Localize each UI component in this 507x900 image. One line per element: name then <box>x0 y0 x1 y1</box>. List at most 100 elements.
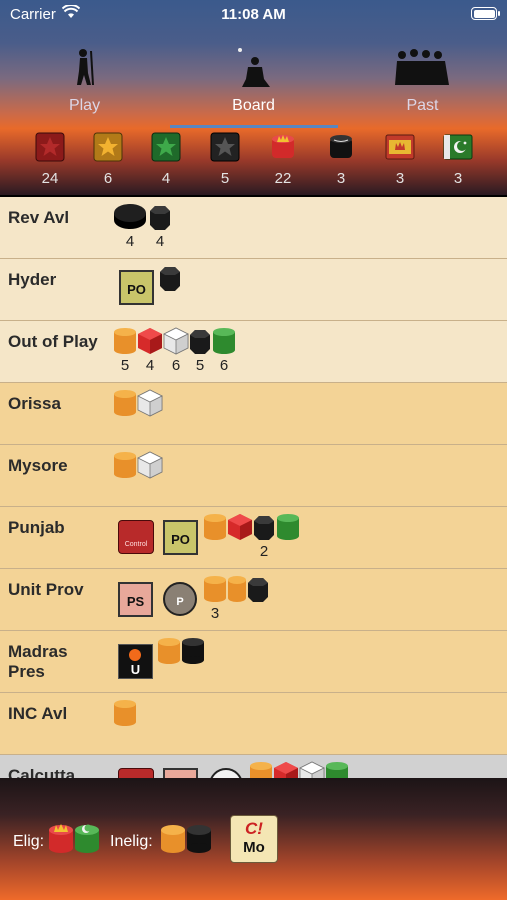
row-name: Orissa <box>8 394 61 413</box>
row-name: Unit Prov <box>8 580 84 599</box>
control-card[interactable]: Control <box>118 520 154 554</box>
status-bar: Carrier 11:08 AM <box>0 0 507 30</box>
ineligible-label: Inelig: <box>110 833 153 850</box>
row-name: Madras Pres <box>8 642 68 681</box>
orange-cylinder-icon <box>250 762 272 778</box>
piece-quantity: 6 <box>219 357 229 374</box>
white-cube-icon <box>137 451 163 479</box>
black-octagon-cylinder-icon <box>160 267 180 291</box>
leader-badge[interactable] <box>209 768 243 778</box>
event-card[interactable]: PO <box>163 520 198 555</box>
green-cylinder-icon <box>213 328 235 354</box>
black-octagon-cylinder-icon <box>150 206 170 230</box>
green-star-icon <box>151 132 181 162</box>
white-cube-icon <box>299 761 325 778</box>
orange-cylinder-icon <box>204 514 226 540</box>
piece-count: 5 <box>220 170 230 187</box>
red-crown-cylinder-icon <box>49 824 73 853</box>
mo-button[interactable]: C! Mo <box>230 815 278 863</box>
piece-count: 3 <box>395 170 405 187</box>
orange-cylinder-icon <box>161 825 185 853</box>
black-cylinder-icon <box>182 638 204 664</box>
piece-stat-red-star: 24 <box>30 132 70 187</box>
card-label: PS <box>126 594 145 609</box>
piece-quantity: 5 <box>120 357 130 374</box>
white-cube-icon <box>137 389 163 417</box>
tab-selection-indicator <box>170 125 338 128</box>
board-list[interactable]: Rev Avl 4 4 Hyder PO Out of Play 5 4 6 5… <box>0 197 507 778</box>
tab-bar: Play Board Past <box>0 45 507 125</box>
red-cube-icon <box>274 762 298 778</box>
piece-count: 3 <box>336 170 346 187</box>
row-name: Mysore <box>8 456 68 475</box>
list-row[interactable]: Punjab Control PO 2 <box>0 507 507 569</box>
figure-icon <box>237 48 270 87</box>
list-row[interactable]: Rev Avl 4 4 <box>0 197 507 259</box>
piece-stat-green-star: 4 <box>146 132 186 187</box>
tab-board[interactable]: Board <box>169 45 338 125</box>
list-row[interactable]: Mysore <box>0 445 507 507</box>
list-row[interactable]: Hyder PO <box>0 259 507 321</box>
control-card[interactable] <box>118 768 154 778</box>
crowd-icon <box>394 49 449 85</box>
row-name: Rev Avl <box>8 208 70 227</box>
green-crescent-cylinder-icon <box>75 824 99 853</box>
header: Carrier 11:08 AM Play Board Past 24 6 4 … <box>0 0 507 195</box>
unrest-marker[interactable]: U <box>118 644 153 679</box>
event-card[interactable]: PO <box>119 270 154 305</box>
footer: Elig: Inelig: C! Mo <box>0 778 507 900</box>
yellow-star-icon <box>93 132 123 162</box>
list-row[interactable]: Madras Pres U <box>0 631 507 693</box>
tab-label: Play <box>68 97 101 114</box>
piece-stat-yellow-star: 6 <box>88 132 128 187</box>
orange-cylinder-icon <box>114 700 136 726</box>
list-row[interactable]: Orissa <box>0 383 507 445</box>
black-octagon-cylinder-icon <box>254 516 274 540</box>
orange-cylinder-icon <box>158 638 180 664</box>
orange-cylinder-icon <box>228 576 246 602</box>
event-card[interactable]: PS <box>118 582 153 617</box>
piece-quantity: 4 <box>145 357 155 374</box>
piece-count-row: 24 6 4 5 22 3 3 3 <box>0 132 507 192</box>
list-row[interactable]: INC Avl <box>0 693 507 755</box>
red-cube-icon <box>138 328 162 354</box>
white-cube-icon <box>163 327 189 355</box>
piece-stat-black-cylinder: 3 <box>321 132 361 187</box>
tab-play[interactable]: Play <box>0 45 169 125</box>
clock: 11:08 AM <box>221 6 286 23</box>
mo-button-top: C! <box>245 819 263 838</box>
orange-cylinder-icon <box>114 452 136 478</box>
list-row[interactable]: Out of Play 5 4 6 5 6 <box>0 321 507 383</box>
list-row[interactable]: Calcutta <box>0 755 507 778</box>
row-name: Out of Play <box>8 332 98 351</box>
piece-count: 24 <box>41 170 59 187</box>
tab-label: Board <box>232 97 275 114</box>
green-cylinder-icon <box>277 514 299 540</box>
tab-label: Past <box>406 97 439 114</box>
orange-cylinder-icon <box>114 390 136 416</box>
red-star-icon <box>35 132 65 162</box>
piece-stat-red-crown: 22 <box>263 132 303 187</box>
orange-cylinder-icon <box>204 576 226 602</box>
tab-past[interactable]: Past <box>338 45 507 125</box>
leader-badge[interactable]: P <box>163 582 197 616</box>
battery-icon <box>471 7 500 20</box>
black-cylinder-icon <box>187 825 211 853</box>
card-small-label: Control <box>124 541 148 548</box>
badge-label: P <box>176 596 184 608</box>
red-crown-cylinder-icon <box>272 135 294 158</box>
card-label: PO <box>171 532 190 547</box>
piece-count: 4 <box>161 170 171 187</box>
piece-stat-crescent-flag: 3 <box>438 132 478 187</box>
black-octagon-cylinder-icon <box>248 578 268 602</box>
piece-count: 6 <box>103 170 113 187</box>
black-cylinder-icon <box>330 135 352 158</box>
list-row[interactable]: Unit Prov PS P 3 <box>0 569 507 631</box>
marker-label: U <box>130 662 141 677</box>
piece-count: 22 <box>274 170 292 187</box>
piece-stat-black-star: 5 <box>205 132 245 187</box>
piece-count: 3 <box>453 170 463 187</box>
crescent-flag-icon <box>443 134 473 160</box>
event-card[interactable] <box>163 768 198 778</box>
eligible-label: Elig: <box>13 833 45 850</box>
